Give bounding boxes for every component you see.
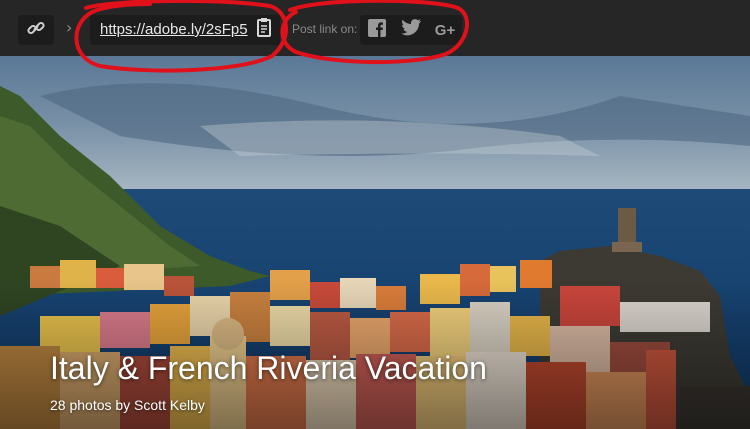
copy-link-button[interactable] — [248, 15, 280, 45]
album-title: Italy & French Riveria Vacation — [50, 350, 487, 386]
twitter-share-button[interactable] — [394, 15, 428, 45]
share-toolbar: › https://adobe.ly/2sFp5 Post link on: G… — [0, 0, 750, 56]
facebook-share-button[interactable] — [360, 15, 394, 45]
facebook-icon — [368, 18, 386, 42]
share-url-field[interactable]: https://adobe.ly/2sFp5 — [90, 15, 280, 45]
chevron-right-icon: › — [66, 18, 73, 37]
link-button[interactable] — [18, 15, 54, 45]
clipboard-icon — [255, 17, 273, 44]
google-plus-icon: G+ — [434, 21, 456, 39]
post-link-label: Post link on: — [292, 22, 358, 36]
social-share-group: G+ — [360, 15, 462, 45]
google-plus-share-button[interactable]: G+ — [428, 15, 462, 45]
share-url-text[interactable]: https://adobe.ly/2sFp5 — [100, 21, 248, 38]
link-icon — [26, 18, 46, 43]
twitter-icon — [401, 19, 421, 41]
album-subtitle: 28 photos by Scott Kelby — [50, 397, 205, 413]
